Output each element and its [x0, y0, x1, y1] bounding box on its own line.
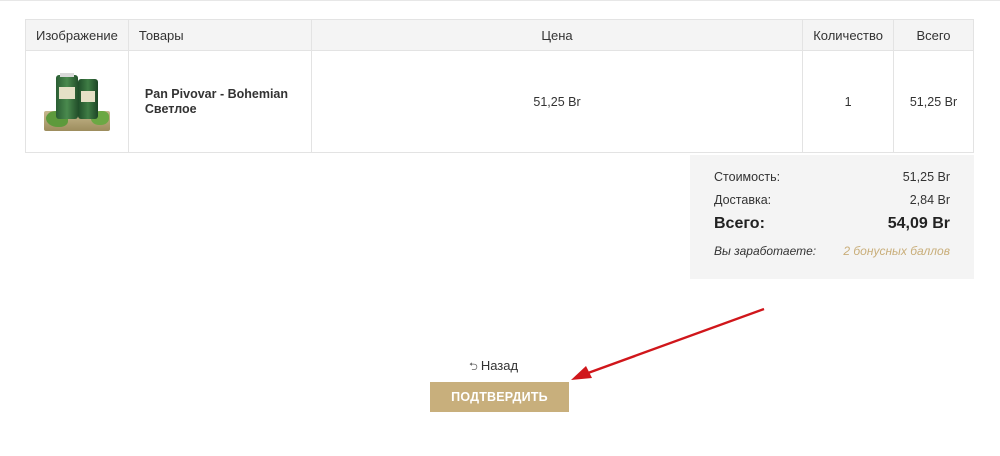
product-name-link[interactable]: Pan Pivovar - Bohemian Светлое [139, 87, 301, 117]
order-totals: Стоимость: 51,25 Br Доставка: 2,84 Br Вс… [690, 155, 974, 279]
return-arrow-icon: ⮌ [469, 361, 478, 373]
top-divider [0, 0, 1000, 1]
confirm-button[interactable]: ПОДТВЕРДИТЬ [430, 382, 569, 412]
thumb-label [80, 90, 95, 102]
subtotal-value: 51,25 Br [902, 170, 950, 184]
shipping-value: 2,84 Br [909, 193, 950, 207]
product-total: 51,25 Br [893, 50, 974, 153]
bonus-row: Вы заработаете: 2 бонусных баллов [714, 244, 950, 258]
bonus-value: 2 бонусных баллов [843, 244, 950, 258]
grand-total-value: 54,09 Br [887, 215, 950, 232]
subtotal-label: Стоимость: [714, 170, 781, 184]
product-thumbnail[interactable] [43, 72, 110, 131]
header-image: Изображение [25, 19, 129, 51]
grand-total-row: Всего: 54,09 Br [714, 215, 950, 233]
product-image-cell [25, 50, 129, 153]
product-price: 51,25 Br [310, 50, 804, 153]
product-name-cell: Pan Pivovar - Bohemian Светлое [127, 50, 312, 153]
product-quantity: 1 [802, 50, 894, 153]
thumb-label [58, 86, 75, 99]
shipping-label: Доставка: [714, 193, 772, 207]
arrow-head [571, 366, 592, 380]
bonus-label: Вы заработаете: [714, 244, 817, 258]
back-label: Назад [480, 358, 519, 373]
shipping-row: Доставка: 2,84 Br [714, 193, 950, 207]
back-link[interactable]: ⮌ Назад [469, 358, 518, 377]
subtotal-row: Стоимость: 51,25 Br [714, 170, 950, 184]
arrow-shaft [587, 307, 765, 375]
cart-table: Изображение Товары Цена Количество Всего [25, 19, 974, 153]
header-quantity: Количество [802, 19, 894, 51]
thumb-cap [59, 72, 74, 77]
table-header-row: Изображение Товары Цена Количество Всего [25, 19, 974, 51]
header-total: Всего [893, 19, 974, 51]
order-confirmation-page: Изображение Товары Цена Количество Всего [0, 0, 1000, 456]
header-product: Товары [127, 19, 312, 51]
header-price: Цена [310, 19, 804, 51]
grand-total-label: Всего: [714, 215, 765, 232]
table-row: Pan Pivovar - Bohemian Светлое 51,25 Br … [25, 50, 974, 153]
